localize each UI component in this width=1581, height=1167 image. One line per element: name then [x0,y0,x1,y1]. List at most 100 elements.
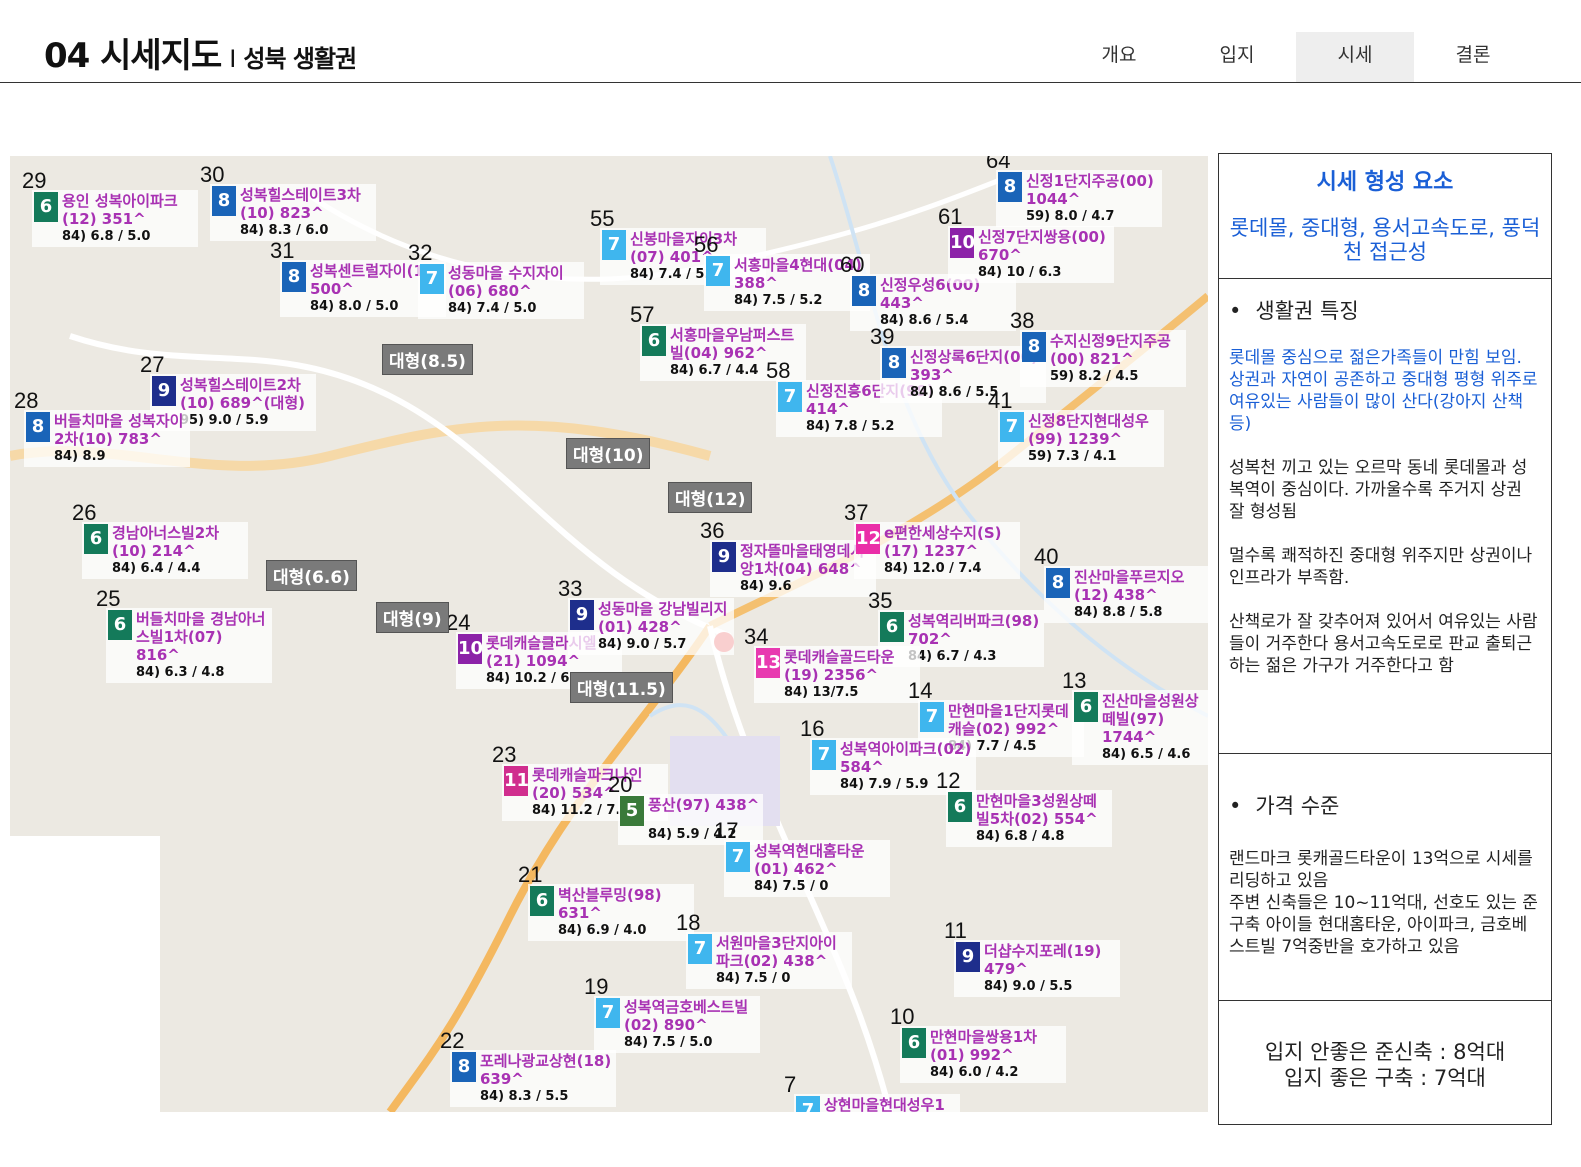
large-unit-type-label: 대형(6.6) [266,560,357,591]
complex-name: 롯데캐슬골드타운(19) 2356^ [784,648,895,684]
map-marker-7[interactable]: 7상현마을현대성우1차(01) 470^ [794,1094,960,1112]
factors-text: 롯데몰, 중대형, 용서고속도로, 풍덕천 접근성 [1229,216,1541,264]
price-level-para-1: 랜드마크 롯캐골드타운이 13억으로 시세를 리딩하고 있음 [1229,849,1533,891]
map-marker-30[interactable]: 8 성복힐스테이트3차(10) 823^ 84) 8.3 / 6.0 [210,184,376,241]
map-marker-37[interactable]: 12 e편한세상수지(S)(17) 1237^ 84) 12.0 / 7.4 [854,522,1020,579]
price-grade-badge: 6 [1074,692,1098,722]
complex-price: 84) 7.5 / 0 [754,879,829,894]
map-marker-22[interactable]: 8 포레나광교상현(18) 639^ 84) 8.3 / 5.5 [450,1050,616,1107]
complex-price: 84) 8.3 / 6.0 [240,223,329,238]
price-grade-badge: 6 [902,1028,926,1058]
map-marker-28[interactable]: 8 버들치마을 성복자이2차(10) 783^ 84) 8.9 [24,410,190,467]
price-grade-badge: 5 [620,796,644,826]
complex-name: 성복힐스테이트3차(10) 823^ [240,186,361,222]
map-marker-40[interactable]: 8 진산마을푸르지오(12) 438^ 84) 8.8 / 5.8 [1044,566,1208,623]
summary-line-1: 입지 안좋은 준신축 : 8억대 [1264,1040,1506,1064]
complex-price: 84) 8.3 / 5.5 [480,1089,569,1104]
complex-price: 84) 7.8 / 5.2 [806,419,895,434]
lifestyle-section: 생활권 특징 롯데몰 중심으로 젊은가족들이 만힘 보임. 상권과 자연이 공존… [1219,279,1551,754]
map-marker-36[interactable]: 9 정자뜰마을태영데시앙1차(04) 648^ 84) 9.6 [710,540,876,597]
tab-overview[interactable]: 개요 [1060,32,1178,82]
map-marker-20[interactable]: 5 풍산(97) 438^ 84) 5.9 / 4.2 [618,794,764,845]
complex-price: 84) 6.9 / 4.0 [558,923,647,938]
large-unit-type-label: 대형(9) [376,602,449,633]
complex-name: 용인 성복아이파크(12) 351^ [62,192,178,228]
map-marker-64[interactable]: 8 신정1단지주공(00) 1044^ 59) 8.0 / 4.7 [996,170,1162,227]
map-marker-61[interactable]: 10 신정7단지쌍용(00) 670^ 84) 10 / 6.3 [948,226,1114,283]
complex-price: 59) 7.3 / 4.1 [1028,449,1117,464]
complex-price: 84) 7.4 / 5.0 [448,301,537,316]
map-marker-33[interactable]: 9 성동마을 강남빌리지(01) 428^ 84) 9.0 / 5.7 [568,598,734,655]
map-marker-10[interactable]: 6 만현마을쌍용1차(01) 992^ 84) 6.0 / 4.2 [900,1026,1066,1083]
map-marker-34[interactable]: 13 롯데캐슬골드타운(19) 2356^ 84) 13/7.5 [754,646,920,703]
price-grade-badge: 7 [920,702,944,732]
map-marker-29[interactable]: 6 용인 성복아이파크(12) 351^ 84) 6.8 / 5.0 [32,190,198,247]
complex-price: 84) 9.0 / 5.5 [984,979,1073,994]
tab-location[interactable]: 입지 [1178,32,1296,82]
complex-price: 84) 6.7 / 4.3 [908,649,997,664]
complex-name: 성복힐스테이트2차(10) 689^(대형) [180,376,305,412]
lifestyle-heading: 생활권 특징 [1229,279,1541,325]
complex-name: 포레나광교상현(18) 639^ [480,1052,612,1088]
price-grade-badge: 9 [570,600,594,630]
map-marker-11[interactable]: 9 더샵수지포레(19) 479^ 84) 9.0 / 5.5 [954,940,1120,997]
map-marker-32[interactable]: 7 성동마을 수지자이(06) 680^ 84) 7.4 / 5.0 [418,262,584,319]
lifestyle-para-3: 산책로가 잘 갖추어져 있어서 여유있는 사람들이 거주한다 용서고속도로로 판… [1229,612,1538,676]
complex-name: 성동마을 수지자이(06) 680^ [448,264,564,300]
price-grade-badge: 7 [1000,412,1024,442]
complex-price: 84) 6.5 / 4.6 [1102,747,1191,762]
price-grade-badge: 8 [852,276,876,306]
complex-name: 성복역현대홈타운(01) 462^ [754,842,865,878]
summary-text: 입지 안좋은 준신축 : 8억대 입지 좋은 구축 : 7억대 [1229,1001,1541,1091]
large-unit-type-label: 대형(8.5) [382,344,473,375]
factors-title: 시세 형성 요소 [1316,170,1454,195]
map-marker-25[interactable]: 6 버들치마을 경남아너스빌1차(07) 816^ 84) 6.3 / 4.8 [106,608,272,683]
complex-price: 59) 8.2 / 4.5 [1050,369,1139,384]
price-grade-badge: 8 [1022,332,1046,362]
tab-price[interactable]: 시세 [1296,32,1414,82]
tab-bar: 개요 입지 시세 결론 [1060,32,1532,82]
price-grade-badge: 7 [688,934,712,964]
price-grade-badge: 6 [642,326,666,356]
complex-price: 84) 6.3 / 4.8 [136,665,225,680]
map-marker-18[interactable]: 7 서원마을3단지아이파크(02) 438^ 84) 7.5 / 0 [686,932,852,989]
price-grade-badge: 6 [84,524,108,554]
price-grade-badge: 7 [602,230,626,260]
complex-name: 만현마을1단지롯데캐슬(02) 992^ [948,702,1069,738]
map-marker-12[interactable]: 6 만현마을3성원상떼빌5차(02) 554^ 84) 6.8 / 4.8 [946,790,1112,847]
complex-name: 서원마을3단지아이파크(02) 438^ [716,934,837,970]
price-grade-badge: 10 [458,634,483,664]
title-separator: I [229,45,236,73]
complex-name: 상현마을현대성우1차(01) 470^ [824,1096,945,1112]
summary-section: 입지 안좋은 준신축 : 8억대 입지 좋은 구축 : 7억대 [1219,1001,1551,1091]
complex-name: 버들치마을 경남아너스빌1차(07) 816^ [136,610,266,664]
map-marker-13[interactable]: 6 진산마을성원상떼빌(97) 1744^ 84) 6.5 / 4.6 [1072,690,1208,765]
complex-price: 84) 8.9 [54,449,106,464]
map-marker-19[interactable]: 7 성복역금호베스트빌(02) 890^ 84) 7.5 / 5.0 [594,996,760,1053]
complex-price: 84) 9.0 / 5.7 [598,637,687,652]
complex-name: 더샵수지포레(19) 479^ [984,942,1102,978]
map-marker-26[interactable]: 6 경남아너스빌2차(10) 214^ 84) 6.4 / 4.4 [82,522,248,579]
price-grade-badge: 7 [706,256,730,286]
complex-name: 신정1단지주공(00) 1044^ [1026,172,1154,208]
complex-price: 84) 13/7.5 [784,685,859,700]
complex-name: 벽산블루밍(98) 631^ [558,886,662,922]
price-grade-badge: 11 [504,766,529,796]
large-unit-type-label: 대형(12) [668,482,753,513]
tab-conclusion[interactable]: 결론 [1414,32,1532,82]
price-grade-badge: 7 [420,264,444,294]
price-grade-badge: 7 [778,382,802,412]
map-marker-41[interactable]: 7 신정8단지현대성우(99) 1239^ 59) 7.3 / 4.1 [998,410,1164,467]
map-marker-21[interactable]: 6 벽산블루밍(98) 631^ 84) 6.9 / 4.0 [528,884,694,941]
complex-name: 성동마을 강남빌리지(01) 428^ [598,600,728,636]
complex-price: 84) 7.5 / 5.0 [624,1035,713,1050]
price-grade-badge: 10 [950,228,975,258]
map-marker-38[interactable]: 8 수지신정9단지주공(00) 821^ 59) 8.2 / 4.5 [1020,330,1186,387]
complex-price: 59) 8.0 / 4.7 [1026,209,1115,224]
price-level-heading: 가격 수준 [1229,754,1541,820]
complex-price: 84) 10 / 6.3 [978,265,1062,280]
lifestyle-highlight: 롯데몰 중심으로 젊은가족들이 만힘 보임. 상권과 자연이 공존하고 중대형 … [1229,348,1538,434]
complex-name: 서홍마을우남퍼스트빌(04) 962^ [670,326,795,362]
price-map: 29 6 용인 성복아이파크(12) 351^ 84) 6.8 / 5.0 30 8 성복힐… [10,156,1208,1112]
map-marker-17[interactable]: 7 성복역현대홈타운(01) 462^ 84) 7.5 / 0 [724,840,890,897]
